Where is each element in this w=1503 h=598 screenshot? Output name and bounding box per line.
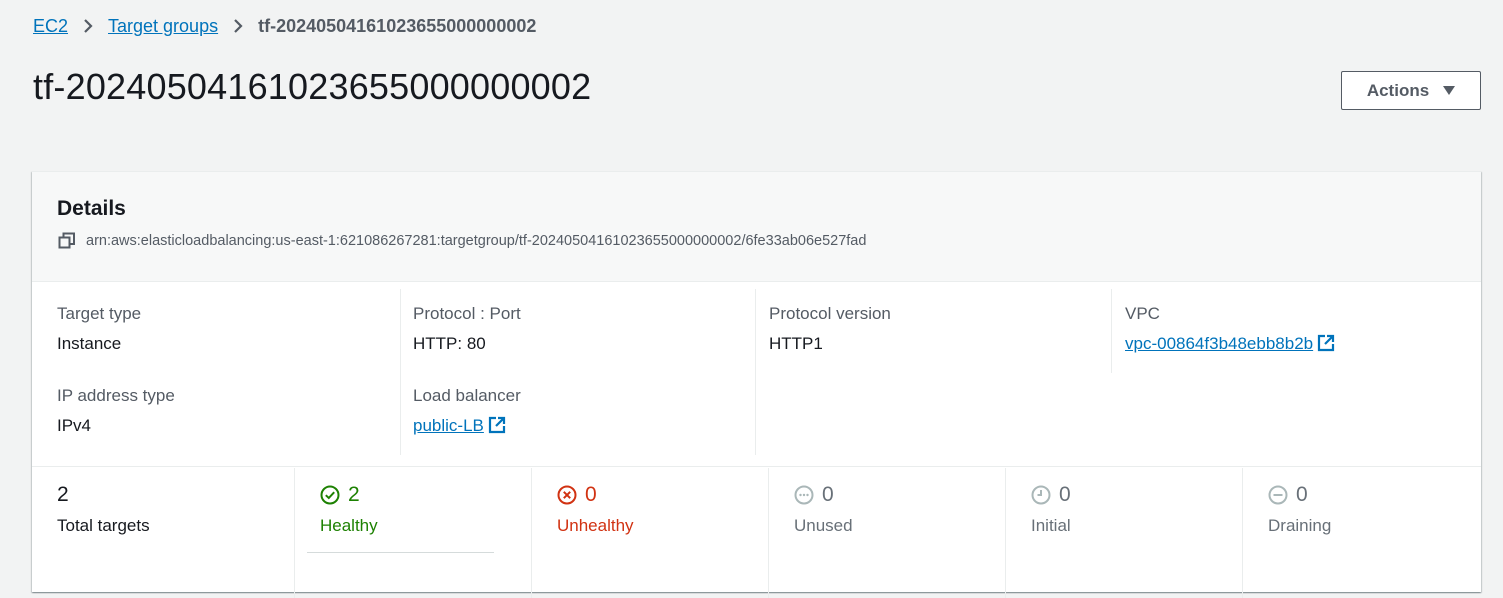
ip-address-type-label: IP address type (57, 386, 175, 405)
unhealthy-count: 0 (585, 483, 597, 506)
chevron-right-icon (232, 18, 244, 34)
healthy-underline (307, 552, 494, 553)
protocol-version-value: HTTP1 (769, 334, 823, 353)
target-type-value: Instance (57, 334, 122, 353)
unused-count-row: 0 (794, 483, 834, 507)
details-column-2: Protocol : Port HTTP: 80 Load balancer p… (400, 289, 756, 455)
total-targets-label: Total targets (57, 516, 150, 535)
stat-draining[interactable]: 0 Draining (1242, 468, 1480, 598)
ip-address-type-value: IPv4 (57, 416, 92, 435)
minus-circle-icon (1268, 485, 1288, 505)
clock-icon (1031, 485, 1051, 505)
details-column-1: Target type Instance IP address type IPv… (32, 289, 400, 455)
initial-label: Initial (1031, 516, 1071, 535)
details-column-3: Protocol version HTTP1 (755, 289, 1112, 455)
initial-count: 0 (1059, 483, 1071, 506)
arn-value: arn:aws:elasticloadbalancing:us-east-1:6… (86, 233, 867, 249)
actions-button-label: Actions (1366, 80, 1430, 100)
external-link-icon[interactable] (488, 416, 506, 434)
breadcrumb-target-groups-link[interactable]: Target groups (108, 16, 218, 37)
stat-total-targets: 2 Total targets (32, 468, 294, 598)
vpc-label: VPC (1125, 304, 1160, 323)
initial-count-row: 0 (1031, 483, 1071, 507)
vpc-link[interactable]: vpc-00864f3b48ebb8b2b (1125, 334, 1313, 353)
load-balancer-link[interactable]: public-LB (413, 416, 484, 435)
stats-divider (32, 466, 1481, 467)
vpc-value: vpc-00864f3b48ebb8b2b (1125, 334, 1335, 354)
details-title: Details (57, 197, 126, 220)
healthy-label: Healthy (320, 516, 378, 535)
page-title: tf-20240504161023655000000002 (33, 66, 592, 107)
draining-count: 0 (1296, 483, 1308, 506)
healthy-count: 2 (348, 483, 360, 506)
details-header: Details arn:aws:elasticloadbalancing:us-… (32, 172, 1481, 282)
details-card: Details arn:aws:elasticloadbalancing:us-… (32, 171, 1481, 598)
copy-icon[interactable] (58, 232, 76, 250)
ellipsis-circle-icon (794, 485, 814, 505)
details-column-4: VPC vpc-00864f3b48ebb8b2b (1111, 289, 1472, 373)
unhealthy-label: Unhealthy (557, 516, 634, 535)
target-type-label: Target type (57, 304, 142, 323)
x-circle-icon (557, 485, 577, 505)
arn-row: arn:aws:elasticloadbalancing:us-east-1:6… (58, 232, 866, 250)
breadcrumb-ec2-link[interactable]: EC2 (33, 16, 68, 37)
draining-count-row: 0 (1268, 483, 1308, 507)
stat-initial[interactable]: 0 Initial (1005, 468, 1243, 598)
unhealthy-count-row: 0 (557, 483, 597, 507)
chevron-right-icon (82, 18, 94, 34)
protocol-port-label: Protocol : Port (413, 304, 521, 323)
stat-unhealthy[interactable]: 0 Unhealthy (531, 468, 769, 598)
breadcrumb: EC2 Target groups tf-2024050416102365500… (33, 15, 536, 37)
stat-healthy[interactable]: 2 Healthy (294, 468, 532, 598)
load-balancer-value: public-LB (413, 416, 506, 436)
unused-label: Unused (794, 516, 853, 535)
stat-unused[interactable]: 0 Unused (768, 468, 1006, 598)
protocol-version-label: Protocol version (769, 304, 891, 323)
load-balancer-label: Load balancer (413, 386, 521, 405)
external-link-icon[interactable] (1317, 334, 1335, 352)
check-circle-icon (320, 485, 340, 505)
actions-button[interactable]: Actions (1341, 71, 1481, 110)
total-targets-count: 2 (57, 483, 69, 506)
breadcrumb-current: tf-20240504161023655000000002 (258, 15, 537, 36)
protocol-port-value: HTTP: 80 (413, 334, 486, 353)
draining-label: Draining (1268, 516, 1332, 535)
unused-count: 0 (822, 483, 834, 506)
healthy-count-row: 2 (320, 483, 360, 507)
caret-down-icon (1443, 86, 1456, 95)
